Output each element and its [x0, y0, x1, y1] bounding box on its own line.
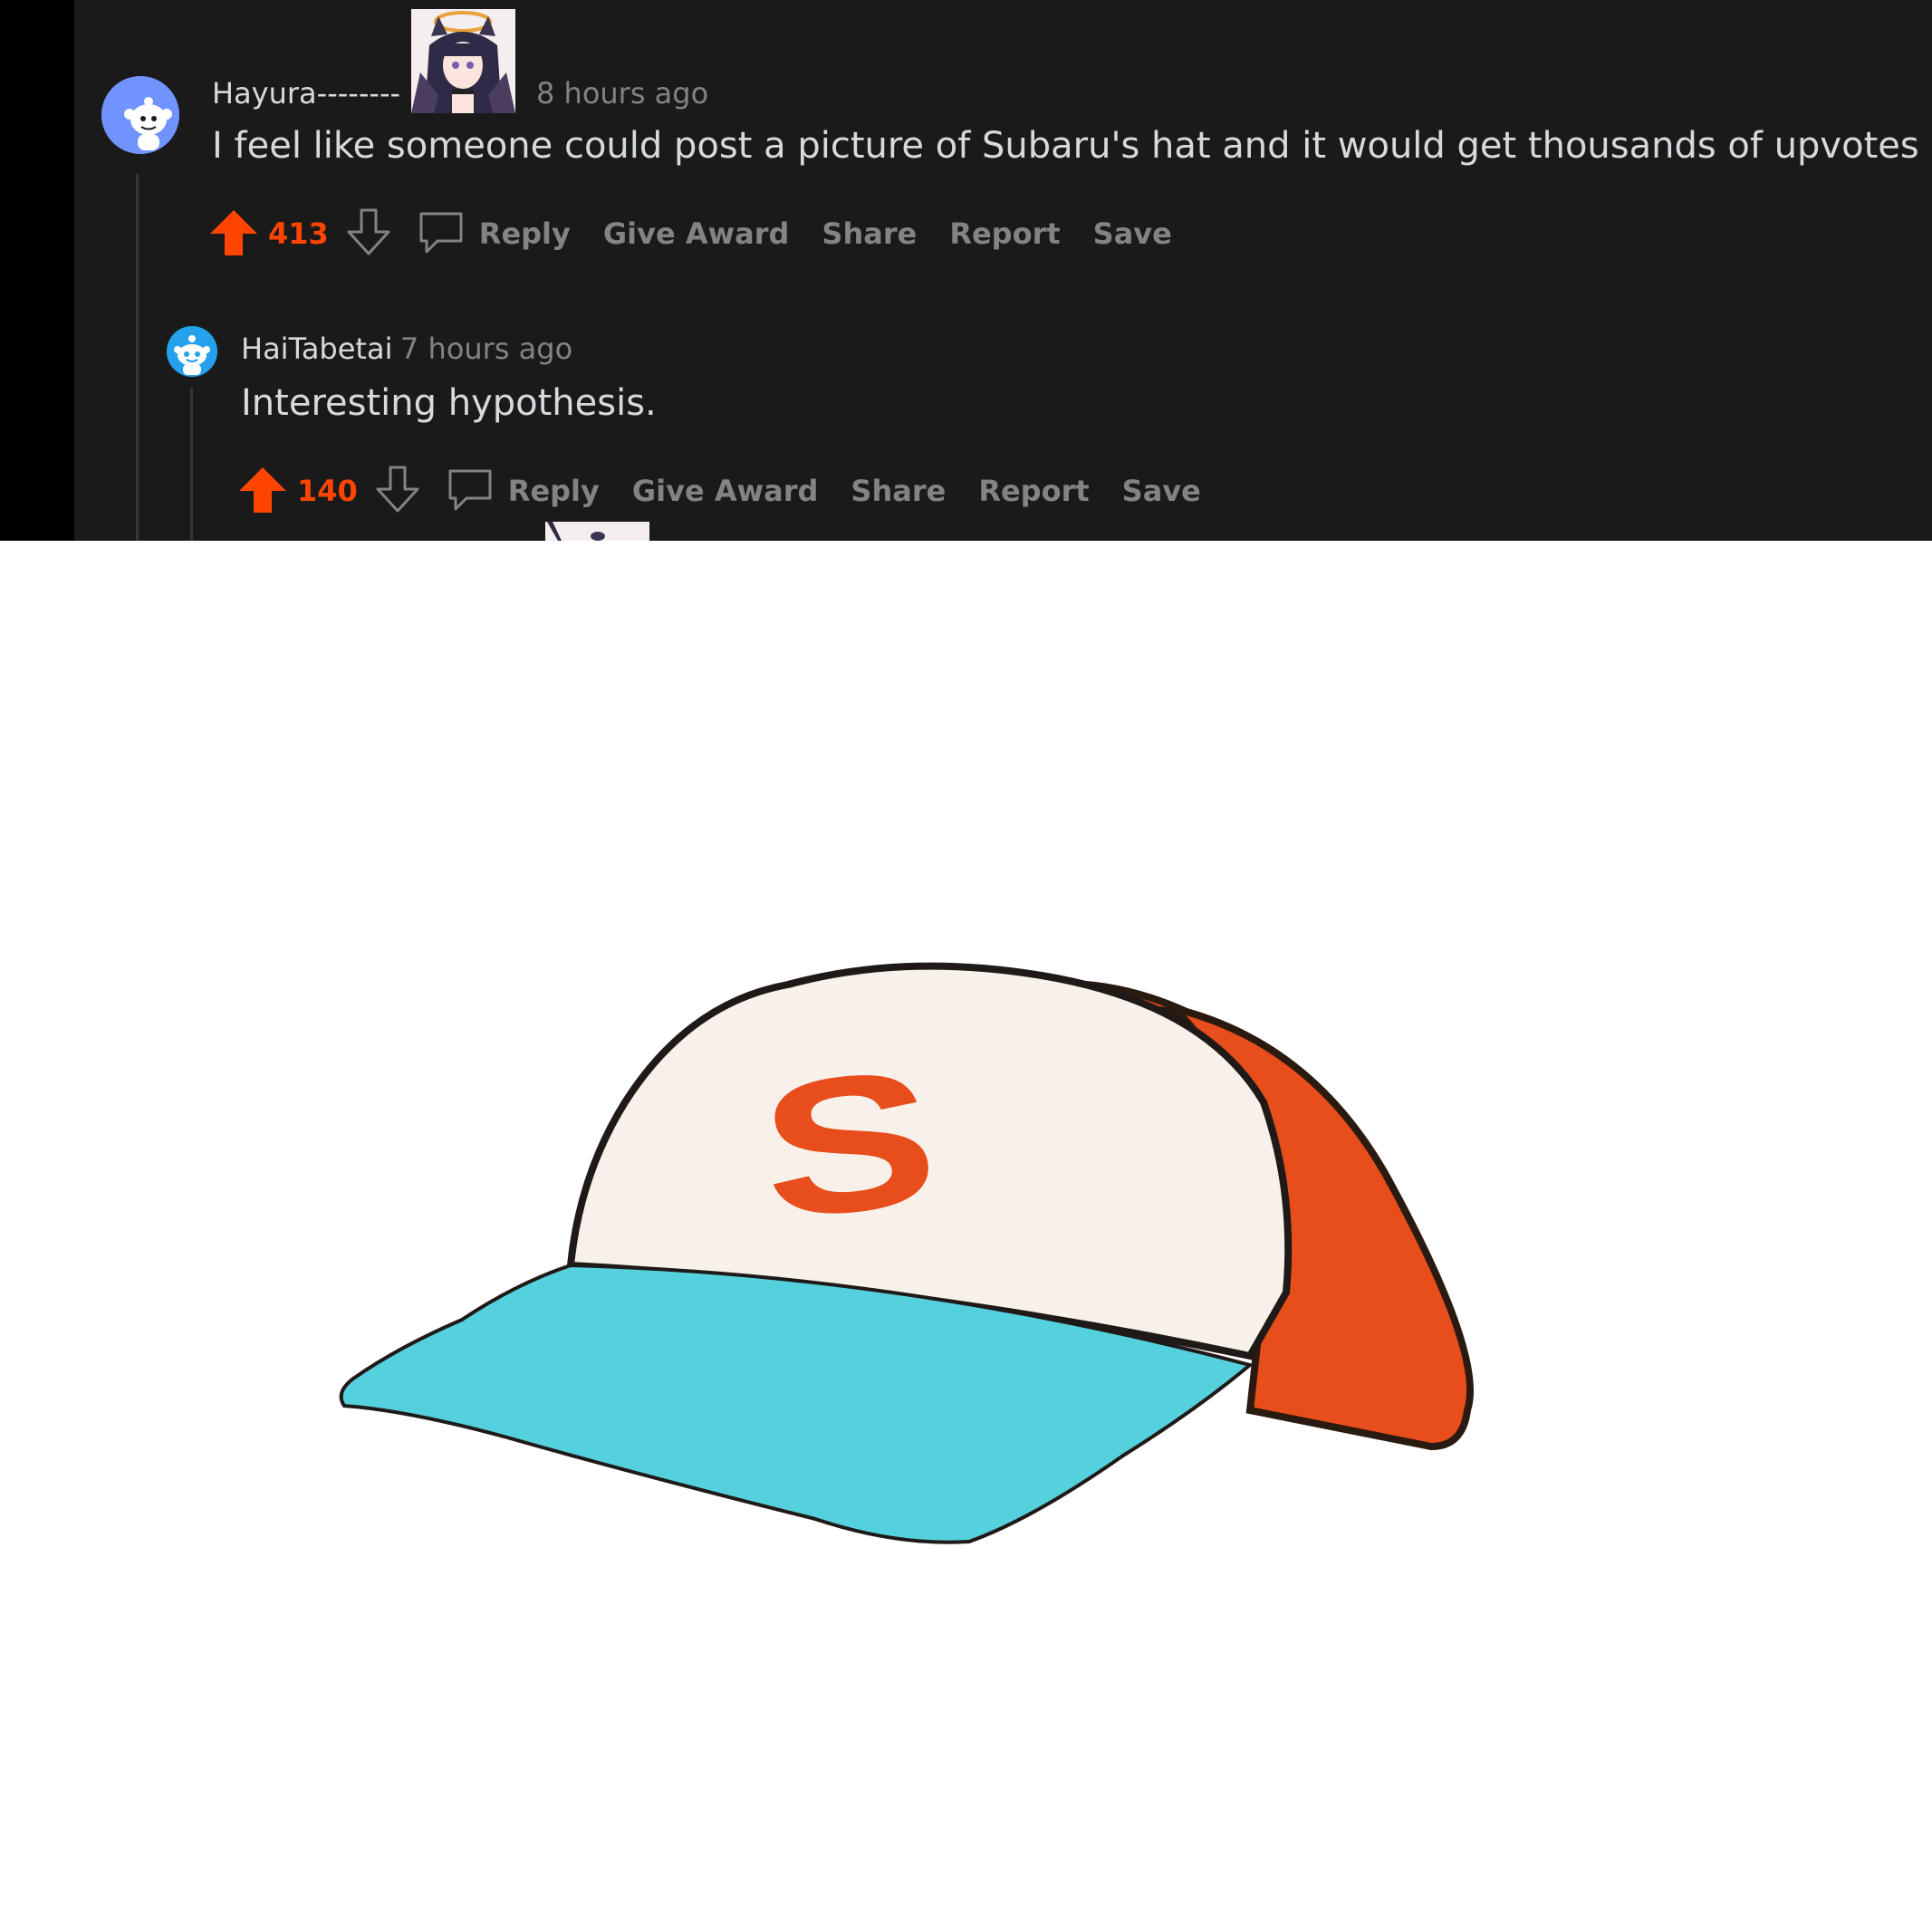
user-avatar[interactable] [167, 326, 217, 377]
left-margin [0, 0, 74, 541]
report-button[interactable]: Report [978, 474, 1089, 508]
reddit-comment-thread: Hayura-------- 8 hours ago I feel like s… [0, 0, 1932, 541]
comment-username[interactable]: HaiTabetai [241, 332, 392, 366]
upvote-arrow-icon[interactable] [237, 464, 288, 518]
comment-actions: 140 Reply Give Award Share Report Save [237, 464, 1234, 518]
share-button[interactable]: Share [851, 474, 946, 508]
comment-bubble-icon[interactable] [416, 207, 466, 261]
snoo-avatar-icon [101, 76, 179, 154]
comment-actions: 413 Reply Give Award Share Report Save [208, 207, 1205, 261]
report-button[interactable]: Report [949, 216, 1060, 251]
save-button[interactable]: Save [1122, 474, 1201, 508]
reply-button[interactable]: Reply [479, 216, 571, 251]
thread-line-level-2[interactable] [190, 388, 193, 541]
hat-letter-s: S [751, 1028, 947, 1261]
downvote-arrow-icon[interactable] [372, 464, 423, 518]
give-award-button[interactable]: Give Award [632, 474, 819, 508]
snoo-avatar-icon [167, 326, 217, 377]
partial-flair-image [545, 522, 649, 541]
baseball-cap-icon: S [339, 962, 1475, 1544]
comment-body: Interesting hypothesis. [241, 382, 657, 424]
comment-bubble-icon[interactable] [445, 464, 495, 518]
vote-count: 413 [268, 216, 329, 251]
user-flair-image[interactable] [411, 9, 515, 113]
subaru-hat-image: S [339, 962, 1475, 1544]
comment-timestamp[interactable]: 7 hours ago [400, 332, 572, 366]
upvote-arrow-icon[interactable] [208, 207, 259, 261]
comment-body: I feel like someone could post a picture… [212, 125, 1919, 167]
share-button[interactable]: Share [822, 216, 917, 251]
comment-timestamp[interactable]: 8 hours ago [536, 76, 708, 111]
comment-username[interactable]: Hayura-------- [212, 76, 400, 111]
give-award-button[interactable]: Give Award [603, 216, 790, 251]
anime-character-flair-icon [411, 9, 515, 113]
downvote-arrow-icon[interactable] [343, 207, 394, 261]
user-avatar[interactable] [101, 76, 179, 154]
save-button[interactable]: Save [1093, 216, 1172, 251]
vote-count: 140 [297, 474, 358, 508]
thread-line-level-1[interactable] [136, 174, 139, 541]
reply-button[interactable]: Reply [508, 474, 600, 508]
